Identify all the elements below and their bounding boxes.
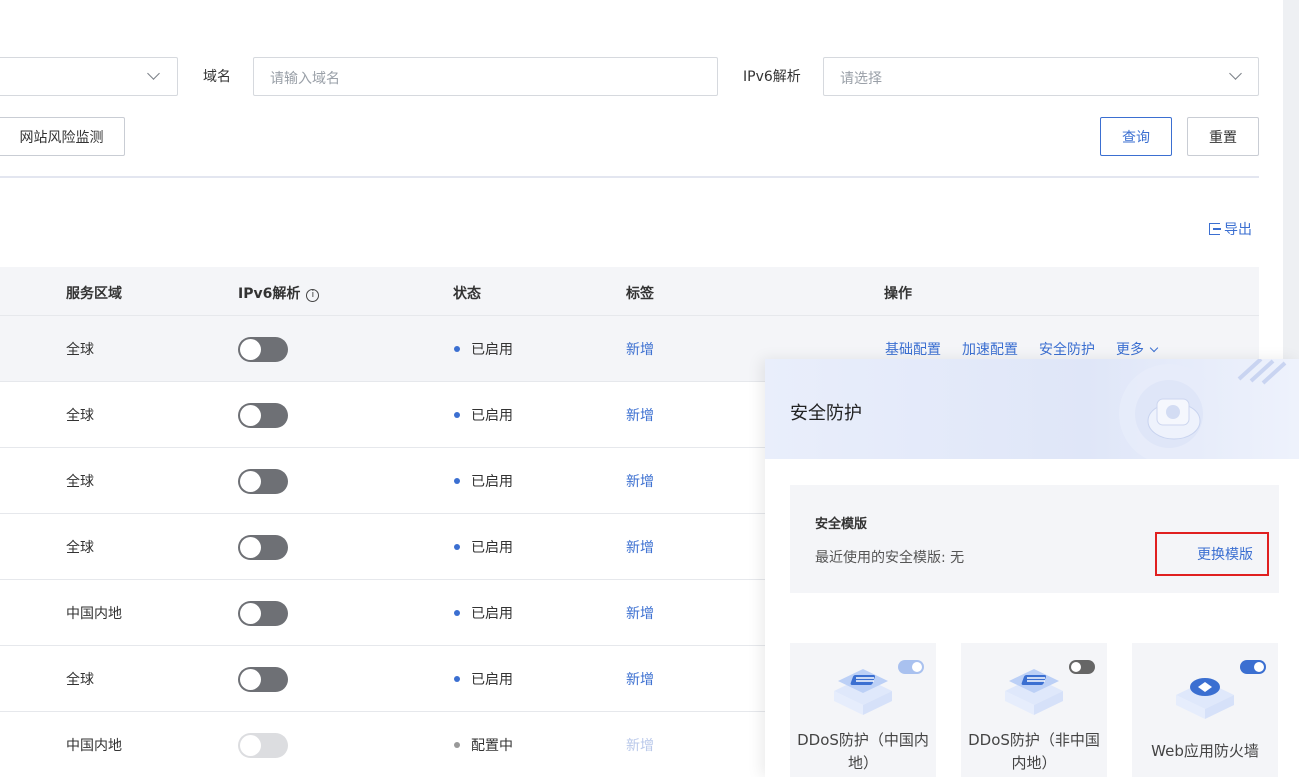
status-dot [454, 610, 460, 616]
ddos-overseas-toggle[interactable] [1069, 660, 1095, 674]
shield-illustration-icon [1119, 359, 1287, 459]
template-section: 安全模版 最近使用的安全模版: 无 更换模版 [790, 485, 1279, 593]
ddos-icon [834, 669, 892, 715]
waf-icon [1176, 678, 1234, 719]
basic-config-link[interactable]: 基础配置 [885, 339, 941, 359]
ipv6-filter-select[interactable]: 请选择 [823, 57, 1259, 96]
first-filter-select[interactable] [0, 57, 178, 96]
row-status: 已启用 [471, 474, 513, 490]
ipv6-toggle[interactable] [238, 535, 288, 560]
export-label: 导出 [1224, 222, 1252, 238]
waf-label: Web应用防火墙 [1151, 742, 1259, 760]
row-status: 已启用 [471, 408, 513, 424]
risk-monitor-label: 网站风险监测 [19, 129, 104, 146]
row-region: 全球 [66, 672, 94, 688]
domain-placeholder: 请输入域名 [270, 71, 340, 87]
ipv6-filter-label: IPv6解析 [743, 69, 801, 85]
header-status: 状态 [453, 286, 481, 302]
ipv6-toggle[interactable] [238, 601, 288, 626]
ddos-mainland-label: DDoS防护（中国内地） [797, 731, 929, 772]
security-link[interactable]: 安全防护 [1039, 339, 1095, 359]
security-panel-header: 安全防护 [765, 359, 1299, 459]
filter-divider [0, 176, 1259, 178]
reset-button[interactable]: 重置 [1187, 117, 1259, 156]
row-region: 全球 [66, 474, 94, 490]
row-status: 已启用 [471, 540, 513, 556]
ddos-mainland-card[interactable]: DDoS防护（中国内地） [790, 643, 936, 777]
page: 域名 请输入域名 IPv6解析 请选择 网站风险监测 查询 重置 导出 服务区域… [0, 0, 1299, 777]
query-button[interactable]: 查询 [1100, 117, 1172, 156]
ipv6-toggle[interactable] [238, 667, 288, 692]
export-icon [1209, 223, 1221, 235]
row-region: 中国内地 [66, 738, 122, 754]
row-tag-add[interactable]: 新增 [626, 339, 654, 359]
status-dot [454, 742, 460, 748]
ddos-overseas-label: DDoS防护（非中国内地） [968, 731, 1100, 772]
more-dropdown[interactable]: 更多 [1116, 339, 1159, 359]
export-button[interactable]: 导出 [1209, 219, 1252, 239]
header-ipv6-label: IPv6解析 [238, 286, 301, 302]
row-region: 中国内地 [66, 606, 122, 622]
row-status: 已启用 [471, 672, 513, 688]
row-tag-add[interactable]: 新增 [626, 537, 654, 557]
security-panel: 安全防护 安全模版 最近使用的安全模版: 无 更换模版 DDoS防护（中国内地） [765, 359, 1299, 777]
status-dot [454, 676, 460, 682]
query-label: 查询 [1122, 129, 1150, 146]
more-label: 更多 [1116, 342, 1144, 358]
row-status: 配置中 [471, 738, 513, 754]
row-tag-add: 新增 [626, 738, 654, 754]
ddos-mainland-toggle[interactable] [898, 660, 924, 674]
ipv6-placeholder: 请选择 [840, 71, 882, 87]
header-ipv6: IPv6解析 i [238, 283, 320, 303]
ddos-icon [1005, 669, 1063, 715]
template-title: 安全模版 [815, 517, 868, 532]
risk-monitor-button[interactable]: 网站风险监测 [0, 117, 125, 156]
row-status: 已启用 [471, 342, 513, 358]
reset-label: 重置 [1209, 129, 1237, 146]
domain-input[interactable]: 请输入域名 [253, 57, 718, 96]
info-icon[interactable]: i [306, 289, 320, 302]
header-tags: 标签 [626, 286, 654, 302]
status-dot [454, 412, 460, 418]
change-template-button[interactable]: 更换模版 [1155, 532, 1269, 576]
status-dot [454, 346, 460, 352]
ipv6-toggle[interactable] [238, 403, 288, 428]
security-panel-title: 安全防护 [790, 403, 862, 424]
row-tag-add[interactable]: 新增 [626, 669, 654, 689]
header-region: 服务区域 [66, 286, 122, 302]
status-dot [454, 544, 460, 550]
status-dot [454, 478, 460, 484]
accel-config-link[interactable]: 加速配置 [962, 339, 1018, 359]
change-template-label: 更换模版 [1197, 547, 1253, 563]
table-header: 服务区域 IPv6解析 i 状态 标签 操作 [0, 267, 1259, 316]
row-status: 已启用 [471, 606, 513, 622]
row-region: 全球 [66, 342, 94, 358]
chevron-down-icon [1229, 67, 1242, 80]
row-tag-add[interactable]: 新增 [626, 603, 654, 623]
row-region: 全球 [66, 540, 94, 556]
row-region: 全球 [66, 408, 94, 424]
recent-template-text: 最近使用的安全模版: 无 [815, 550, 965, 566]
ipv6-toggle [238, 733, 288, 758]
row-tag-add[interactable]: 新增 [626, 405, 654, 425]
domain-label: 域名 [203, 69, 231, 85]
waf-card[interactable]: Web应用防火墙 [1132, 643, 1278, 777]
ipv6-toggle[interactable] [238, 337, 288, 362]
ipv6-toggle[interactable] [238, 469, 288, 494]
header-actions: 操作 [884, 286, 912, 302]
chevron-down-icon [1149, 343, 1159, 353]
chevron-down-icon [147, 67, 160, 80]
waf-toggle[interactable] [1240, 660, 1266, 674]
row-tag-add[interactable]: 新增 [626, 471, 654, 491]
ddos-overseas-card[interactable]: DDoS防护（非中国内地） [961, 643, 1107, 777]
